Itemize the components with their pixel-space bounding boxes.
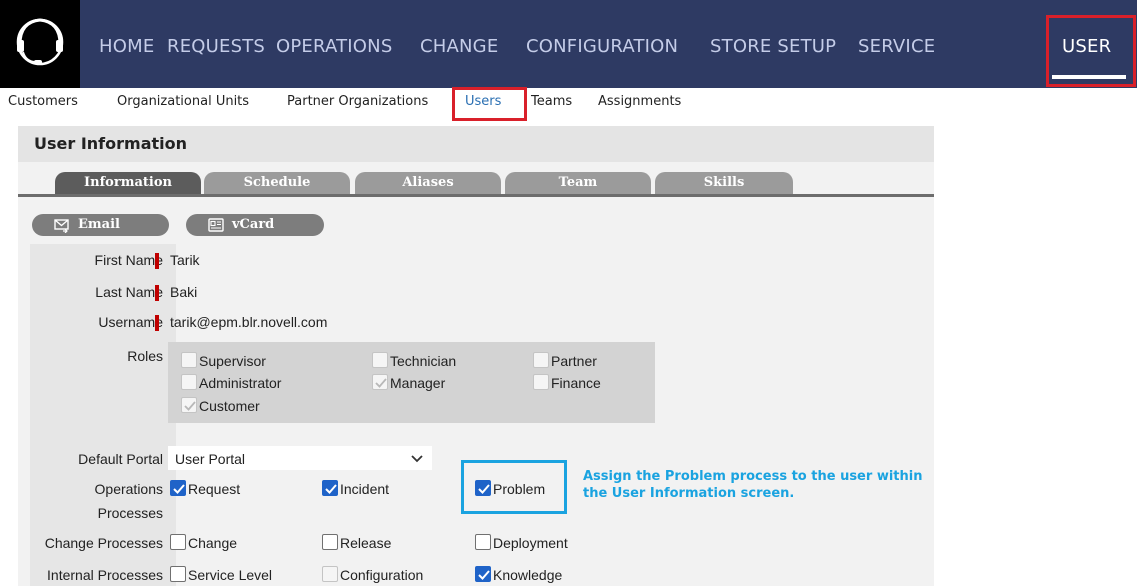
change-processes-label: Change Processes (44, 535, 163, 551)
username-value: tarik@epm.blr.novell.com (170, 314, 328, 330)
logo (0, 0, 80, 88)
checkmark-icon (173, 484, 185, 494)
nav-change[interactable]: CHANGE (420, 36, 498, 57)
change-process-label: Change (188, 535, 238, 551)
finance-role-label: Finance (551, 375, 601, 391)
first-name-value: Tarik (170, 252, 200, 268)
request-process-checkbox[interactable] (170, 480, 186, 496)
required-indicator (155, 285, 159, 301)
first-name-label: First Name (94, 252, 163, 268)
service-level-process-checkbox[interactable] (170, 566, 186, 582)
last-name-value: Baki (170, 284, 198, 300)
subnav-partner-organizations[interactable]: Partner Organizations (287, 94, 428, 109)
knowledge-process-checkbox[interactable] (475, 566, 491, 582)
panel-title: User Information (34, 134, 187, 153)
customer-role-label: Customer (199, 398, 260, 414)
administrator-checkbox[interactable] (181, 374, 197, 390)
required-indicator (155, 253, 159, 269)
nav-operations[interactable]: OPERATIONS (276, 36, 392, 57)
nav-configuration[interactable]: CONFIGURATION (526, 36, 678, 57)
subnav-organizational-units[interactable]: Organizational Units (117, 94, 249, 109)
problem-process-checkbox[interactable] (475, 480, 491, 496)
configuration-process-checkbox[interactable] (322, 566, 338, 582)
nav-store-setup[interactable]: STORE SETUP (710, 36, 836, 57)
checkmark-icon (184, 401, 196, 411)
top-navigation: HOME REQUESTS OPERATIONS CHANGE CONFIGUR… (0, 0, 1137, 88)
nav-service[interactable]: SERVICE (858, 36, 935, 57)
release-process-label: Release (340, 535, 392, 551)
partner-role-label: Partner (551, 353, 597, 369)
supervisor-checkbox[interactable] (181, 352, 197, 368)
vcard-button-label: vCard (232, 217, 275, 232)
nav-requests[interactable]: REQUESTS (167, 36, 265, 57)
operations-processes-label-line2: Processes (97, 505, 163, 521)
configuration-process-label: Configuration (340, 567, 424, 583)
deployment-process-label: Deployment (493, 535, 568, 551)
change-process-checkbox[interactable] (170, 534, 186, 550)
checkmark-icon (325, 484, 337, 494)
incident-process-label: Incident (340, 481, 390, 497)
finance-checkbox[interactable] (533, 374, 549, 390)
email-button-label: Email (78, 217, 120, 232)
operations-processes-label: Operations (94, 481, 163, 497)
knowledge-process-label: Knowledge (493, 567, 563, 583)
headset-logo-icon (16, 18, 64, 66)
administrator-role-label: Administrator (199, 375, 282, 391)
tab-aliases[interactable]: Aliases (355, 172, 501, 194)
tab-information[interactable]: Information (55, 172, 201, 194)
panel-header: User Information (18, 126, 934, 162)
customer-checkbox[interactable] (181, 397, 197, 413)
tab-team[interactable]: Team (505, 172, 651, 194)
last-name-label: Last Name (95, 284, 163, 300)
release-process-checkbox[interactable] (322, 534, 338, 550)
request-process-label: Request (188, 481, 241, 497)
chevron-down-icon (411, 455, 423, 463)
nav-home[interactable]: HOME (99, 36, 154, 57)
tab-skills[interactable]: Skills (655, 172, 793, 194)
tabs-divider (18, 194, 934, 197)
partner-checkbox[interactable] (533, 352, 549, 368)
checkmark-icon (478, 570, 490, 580)
callout-line-1: Assign the Problem process to the user w… (583, 469, 923, 484)
manager-checkbox[interactable] (372, 374, 388, 390)
subnav-teams[interactable]: Teams (531, 94, 572, 109)
roles-label: Roles (127, 348, 163, 364)
vcard-button[interactable]: vCard (186, 214, 324, 236)
internal-processes-label: Internal Processes (47, 567, 163, 583)
active-nav-indicator (1052, 75, 1126, 79)
subnav-assignments[interactable]: Assignments (598, 94, 681, 109)
deployment-process-checkbox[interactable] (475, 534, 491, 550)
supervisor-role-label: Supervisor (199, 353, 266, 369)
checkmark-icon (478, 484, 490, 494)
service-level-process-label: Service Level (188, 567, 273, 583)
problem-process-label: Problem (493, 481, 546, 497)
vcard-icon (208, 218, 224, 232)
sub-navigation: Customers Organizational Units Partner O… (0, 88, 1137, 116)
checkmark-icon (375, 378, 387, 388)
username-label: Username (98, 314, 163, 330)
callout-line-2: the User Information screen. (583, 486, 795, 501)
email-button[interactable]: Email (32, 214, 169, 236)
subnav-customers[interactable]: Customers (8, 94, 78, 109)
technician-role-label: Technician (390, 353, 457, 369)
tab-schedule[interactable]: Schedule (204, 172, 350, 194)
default-portal-label: Default Portal (78, 451, 163, 467)
incident-process-checkbox[interactable] (322, 480, 338, 496)
default-portal-select[interactable]: User Portal (168, 446, 432, 470)
default-portal-value: User Portal (175, 451, 246, 467)
envelope-icon (54, 219, 69, 233)
manager-role-label: Manager (390, 375, 446, 391)
callout-annotation: Assign the Problem process to the user w… (583, 468, 943, 502)
required-indicator (155, 315, 159, 331)
subnav-users[interactable]: Users (465, 94, 501, 109)
nav-user[interactable]: USER (1062, 36, 1111, 57)
technician-checkbox[interactable] (372, 352, 388, 368)
